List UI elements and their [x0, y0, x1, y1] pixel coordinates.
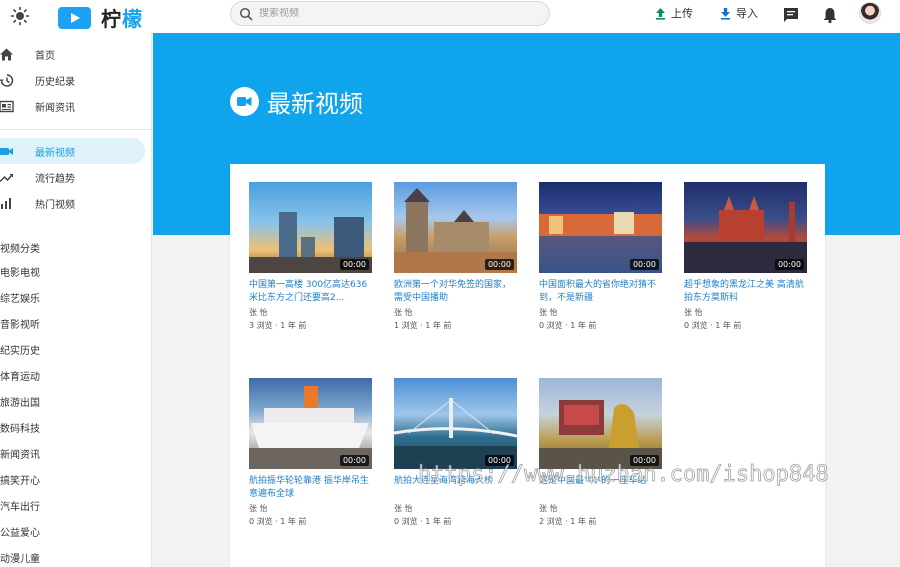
sidebar-item-news[interactable]: 新闻资讯: [0, 93, 145, 119]
message-icon[interactable]: [782, 6, 800, 24]
category-item[interactable]: 搞笑开心: [0, 472, 40, 487]
video-thumbnail[interactable]: 00:00: [394, 378, 517, 469]
news-icon: [0, 100, 14, 112]
notification-bell-icon[interactable]: [821, 6, 839, 24]
video-card[interactable]: 00:00 航拍振华轮轮靠港 振华岸吊生意遍布全球 张 怡 0 浏览 · 1 年…: [249, 378, 372, 527]
category-item[interactable]: 体育运动: [0, 368, 40, 383]
category-item[interactable]: 电影电视: [0, 264, 40, 279]
history-icon: [0, 73, 14, 87]
sidebar-item-latest-videos[interactable]: 最新视频: [0, 138, 145, 164]
video-meta: 2 浏览 · 1 年 前: [539, 517, 597, 526]
video-camera-icon: [0, 147, 13, 155]
video-card[interactable]: 00:00 欧洲第一个对华免签的国家，需受中国播助 张 怡 1 浏览 · 1 年…: [394, 182, 517, 331]
category-item[interactable]: 音影视听: [0, 316, 40, 331]
play-logo-icon: [58, 6, 91, 29]
sidebar-item-trending[interactable]: 流行趋势: [0, 164, 145, 190]
video-camera-icon: [230, 87, 259, 116]
video-card[interactable]: 00:00 中国第一高楼 300亿高达636米比东方之门还要高2... 张 怡 …: [249, 182, 372, 331]
video-title[interactable]: 中国面积最大的省你绝对猜不到，不是新疆: [539, 279, 662, 305]
sidebar: 首页 历史纪录 新闻资讯 最新视频 流行趋势 热门视频 视频分类 电影电视 综艺…: [0, 33, 152, 567]
search-input[interactable]: [259, 8, 539, 19]
category-item[interactable]: 纪实历史: [0, 342, 40, 357]
category-item[interactable]: 数码科技: [0, 420, 40, 435]
video-author[interactable]: 张 怡: [539, 307, 662, 318]
video-title[interactable]: 中国第一高楼 300亿高达636米比东方之门还要高2...: [249, 279, 372, 305]
app-logo[interactable]: 柠檬: [58, 3, 143, 32]
video-author[interactable]: 张 怡: [249, 503, 372, 514]
user-avatar[interactable]: [859, 2, 881, 24]
video-author[interactable]: 张 怡: [539, 503, 662, 514]
video-thumbnail[interactable]: 00:00: [394, 182, 517, 273]
sidebar-divider: [0, 129, 151, 130]
upload-icon: [656, 7, 665, 20]
bar-chart-icon: [1, 197, 11, 209]
category-item[interactable]: 新闻资讯: [0, 446, 40, 461]
download-icon: [721, 7, 730, 20]
video-title[interactable]: 航拍振华轮轮靠港 振华岸吊生意遍布全球: [249, 475, 372, 501]
trending-icon: [0, 173, 14, 182]
video-meta: 1 浏览 · 1 年 前: [394, 321, 452, 330]
video-card[interactable]: 00:00 超乎想象的黑龙江之美 高清航拍东方莫斯科 张 怡 0 浏览 · 1 …: [684, 182, 807, 331]
video-duration: 00:00: [629, 259, 659, 270]
video-card[interactable]: 00:00 中国面积最大的省你绝对猜不到，不是新疆 张 怡 0 浏览 · 1 年…: [539, 182, 662, 331]
video-meta: 3 浏览 · 1 年 前: [249, 321, 307, 330]
video-author[interactable]: 张 怡: [684, 307, 807, 318]
video-meta: 0 浏览 · 1 年 前: [539, 321, 597, 330]
sidebar-item-hot-videos[interactable]: 热门视频: [0, 190, 145, 216]
video-meta: 0 浏览 · 1 年 前: [394, 517, 452, 526]
video-thumbnail[interactable]: 00:00: [249, 182, 372, 273]
home-icon: [0, 48, 13, 60]
video-meta: 0 浏览 · 1 年 前: [249, 517, 307, 526]
search-icon: [239, 7, 253, 20]
category-item[interactable]: 公益爱心: [0, 524, 40, 539]
video-card[interactable]: 00:00 航拍大连星海湾跨海大桥 张 怡 0 浏览 · 1 年 前: [394, 378, 517, 527]
video-card[interactable]: 00:00 这是中国最"坑"的一座车站 张 怡 2 浏览 · 1 年 前: [539, 378, 662, 527]
theme-toggle-icon[interactable]: [10, 6, 30, 26]
section-header: 最新视频: [230, 84, 363, 119]
search-box[interactable]: [230, 1, 550, 26]
video-grid-panel: 00:00 中国第一高楼 300亿高达636米比东方之门还要高2... 张 怡 …: [230, 164, 825, 567]
video-thumbnail[interactable]: 00:00: [539, 378, 662, 469]
video-thumbnail[interactable]: 00:00: [684, 182, 807, 273]
sidebar-item-home[interactable]: 首页: [0, 41, 145, 67]
video-author[interactable]: 张 怡: [394, 503, 517, 514]
sidebar-item-history[interactable]: 历史纪录: [0, 67, 145, 93]
video-duration: 00:00: [339, 455, 369, 466]
video-title[interactable]: 欧洲第一个对华免签的国家，需受中国播助: [394, 279, 517, 305]
category-heading: 视频分类: [0, 244, 40, 255]
upload-button[interactable]: 上传: [654, 5, 693, 21]
page-title: 最新视频: [267, 90, 363, 118]
video-duration: 00:00: [484, 259, 514, 270]
import-button[interactable]: 导入: [719, 5, 758, 21]
video-title[interactable]: 超乎想象的黑龙江之美 高清航拍东方莫斯科: [684, 279, 807, 305]
video-duration: 00:00: [339, 259, 369, 270]
top-header: 柠檬 上传 导入: [0, 0, 900, 33]
category-item[interactable]: 汽车出行: [0, 498, 40, 513]
video-duration: 00:00: [774, 259, 804, 270]
category-item[interactable]: 动漫儿童: [0, 550, 40, 565]
video-thumbnail[interactable]: 00:00: [539, 182, 662, 273]
video-meta: 0 浏览 · 1 年 前: [684, 321, 742, 330]
app-name: 柠檬: [101, 7, 143, 31]
watermark-text: https://www.huzhan.com/ishop848: [418, 462, 829, 488]
category-item[interactable]: 综艺娱乐: [0, 290, 40, 305]
category-item[interactable]: 旅游出国: [0, 394, 40, 409]
video-thumbnail[interactable]: 00:00: [249, 378, 372, 469]
video-author[interactable]: 张 怡: [394, 307, 517, 318]
video-author[interactable]: 张 怡: [249, 307, 372, 318]
